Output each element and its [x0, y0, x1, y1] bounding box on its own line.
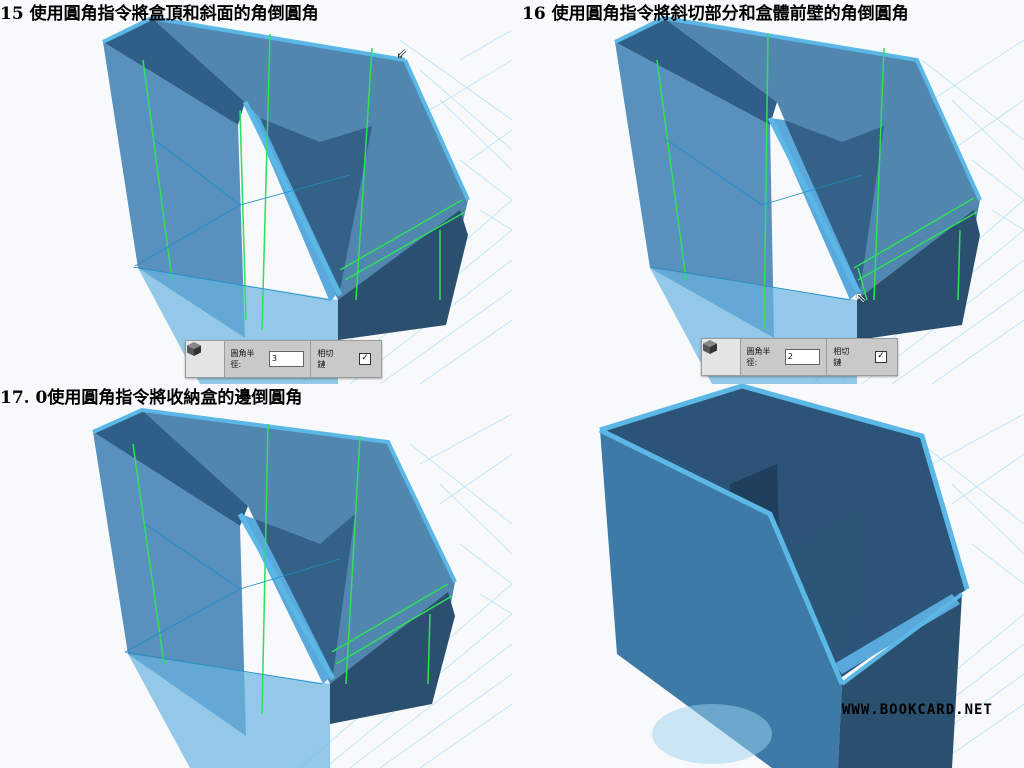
fillet-toolbar: 圓角半徑: 2 相切鏈 ✓	[701, 338, 898, 376]
arrow-cursor-icon: ⇖	[855, 290, 867, 306]
tangent-chain-checkbox[interactable]: ✓	[359, 353, 371, 365]
tangent-chain-label: 相切鏈	[833, 347, 850, 367]
arrow-cursor-icon: ⇙	[396, 46, 408, 62]
viewport-step-16[interactable]: 16 使用圓角指令將斜切部分和盒體前壁的角倒圓角 ⇖ 圓角半徑: 2 相切鏈 ✓	[512, 0, 1024, 384]
viewport-step-15[interactable]: 15 使用圓角指令將盒頂和斜面的角倒圓角 ⇙ 圓角半徑: 3 相切鏈 ✓	[0, 0, 512, 384]
model-view-step-17	[92, 407, 512, 768]
fillet-radius-input[interactable]: 2	[784, 349, 821, 365]
model-view-step-16	[614, 15, 1024, 384]
tangent-chain-checkbox[interactable]: ✓	[875, 351, 887, 363]
fillet-radius-label: 圓角半徑:	[230, 349, 255, 369]
fillet-cube-icon[interactable]	[702, 339, 741, 375]
fillet-cube-icon[interactable]	[186, 341, 225, 377]
watermark: WWW.BOOKCARD.NET	[842, 702, 993, 718]
step-caption: 15 使用圓角指令將盒頂和斜面的角倒圓角	[0, 4, 319, 24]
viewport-final[interactable]: WWW.BOOKCARD.NET	[512, 384, 1024, 768]
fillet-radius-label: 圓角半徑:	[746, 347, 771, 367]
tangent-chain-label: 相切鏈	[317, 349, 334, 369]
model-view-step-15	[102, 15, 512, 384]
fillet-toolbar: 圓角半徑: 3 相切鏈 ✓	[185, 340, 382, 378]
step-caption: 16 使用圓角指令將斜切部分和盒體前壁的角倒圓角	[522, 4, 909, 24]
step-caption: 17. 0使用圓角指令將收納盒的邊倒圓角	[0, 388, 303, 408]
fillet-radius-input[interactable]: 3	[268, 351, 305, 367]
viewport-step-17[interactable]: 17. 0使用圓角指令將收納盒的邊倒圓角	[0, 384, 512, 768]
